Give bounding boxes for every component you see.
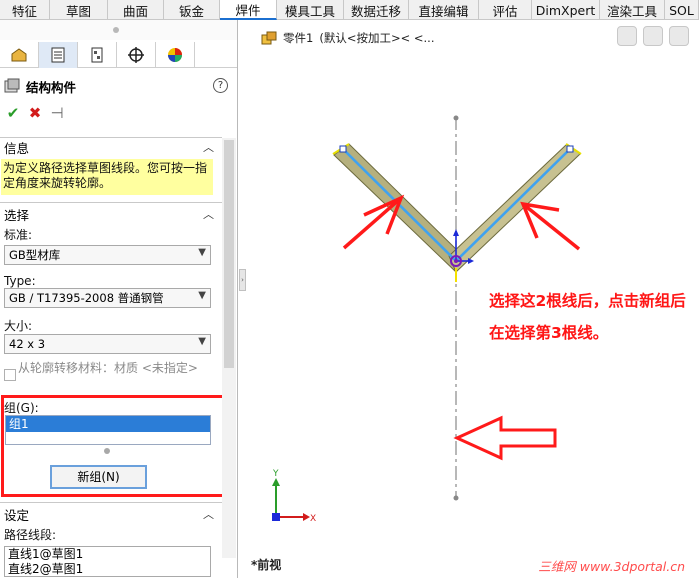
origin-arrow bbox=[468, 258, 474, 264]
tab-render-tools[interactable]: 渲染工具 bbox=[600, 0, 665, 20]
pipe-right bbox=[448, 143, 581, 273]
triad-y-arrow bbox=[272, 478, 280, 486]
standard-value: GB型材库 bbox=[9, 248, 61, 262]
tab-mold-tools[interactable]: 模具工具 bbox=[277, 0, 344, 20]
panel-grip[interactable] bbox=[0, 20, 237, 40]
tab-dimxpert[interactable]: DimXpert bbox=[532, 0, 600, 20]
feature-manager-icon[interactable] bbox=[0, 42, 39, 68]
structural-member-icon bbox=[4, 78, 20, 93]
red-arrow-centerline bbox=[453, 415, 557, 461]
size-label: 大小: bbox=[4, 319, 33, 333]
type-label: Type: bbox=[4, 274, 36, 288]
dimxpert-manager-icon[interactable] bbox=[117, 42, 156, 68]
tab-sheetmetal[interactable]: 钣金 bbox=[164, 0, 220, 20]
collapse-chevron-icon[interactable]: ︿ bbox=[203, 206, 214, 222]
size-select[interactable]: 42 x 3 ▼ bbox=[4, 334, 211, 354]
property-manager-icon[interactable] bbox=[39, 42, 78, 68]
pm-title-bar: 结构构件 ? bbox=[4, 75, 236, 97]
cancel-icon[interactable]: ✖ bbox=[24, 104, 46, 122]
triad-x-label: X bbox=[310, 514, 316, 524]
divider bbox=[0, 502, 222, 503]
list-item[interactable]: 直线1@草图1 bbox=[8, 547, 210, 562]
transfer-material-row[interactable]: 从轮廓转移材料：材质 <未指定> bbox=[4, 361, 214, 391]
annotation-text: 选择这2根线后，点击新组后在选择第3根线。 bbox=[489, 292, 686, 342]
tab-sketch[interactable]: 草图 bbox=[50, 0, 108, 20]
info-section-header[interactable]: 信息 ︿ bbox=[0, 137, 222, 157]
scrollbar-thumb[interactable] bbox=[224, 140, 234, 368]
info-text: 为定义路径选择草图线段。您可按一指定角度来旋转轮廓。 bbox=[1, 159, 213, 195]
chevron-down-icon: ▼ bbox=[198, 247, 206, 258]
triad-x-arrow bbox=[303, 513, 310, 521]
path-label: 路径线段: bbox=[4, 528, 57, 542]
view-name: *前视 bbox=[251, 558, 282, 572]
collapse-chevron-icon[interactable]: ︿ bbox=[203, 506, 214, 522]
endpoint-handle bbox=[566, 145, 574, 153]
help-icon[interactable]: ? bbox=[213, 78, 228, 93]
ribbon-tabbar: 特征 草图 曲面 钣金 焊件 模具工具 数据迁移 直接编辑 评估 DimXper… bbox=[0, 0, 699, 20]
settings-section-header[interactable]: 设定 ︿ bbox=[0, 504, 222, 524]
transfer-material-checkbox[interactable] bbox=[4, 369, 16, 381]
path-segments-list[interactable]: 直线1@草图1 直线2@草图1 bbox=[4, 546, 211, 577]
transfer-material-label: 从轮廓转移材料：材质 <未指定> bbox=[18, 361, 198, 375]
selection-section-header[interactable]: 选择 ︿ bbox=[0, 204, 222, 224]
origin-arrow bbox=[453, 229, 459, 236]
divider bbox=[0, 202, 222, 203]
endpoint-handle bbox=[339, 145, 347, 153]
size-value: 42 x 3 bbox=[9, 337, 46, 351]
centerline-end bbox=[453, 115, 459, 121]
triad-y-label: Y bbox=[272, 469, 279, 479]
pm-actions: ✔ ✖ ⊣ bbox=[2, 102, 82, 124]
tab-surface[interactable]: 曲面 bbox=[108, 0, 164, 20]
watermark: 三维网 www.3dportal.cn bbox=[479, 556, 689, 574]
pin-icon[interactable]: ⊣ bbox=[46, 104, 68, 122]
display-manager-icon[interactable] bbox=[156, 42, 195, 68]
chevron-down-icon: ▼ bbox=[198, 336, 206, 347]
chevron-down-icon: ▼ bbox=[198, 290, 206, 301]
list-item[interactable]: 直线2@草图1 bbox=[8, 562, 210, 576]
type-value: GB / T17395-2008 普通钢管 bbox=[9, 291, 164, 305]
type-select[interactable]: GB / T17395-2008 普通钢管 ▼ bbox=[4, 288, 211, 308]
path-line-2 bbox=[455, 148, 571, 262]
triad-z-axis bbox=[272, 513, 280, 521]
scrollbar[interactable] bbox=[222, 138, 236, 558]
info-header: 信息 bbox=[4, 140, 30, 156]
selection-header: 选择 bbox=[4, 207, 30, 223]
tab-sol[interactable]: SOL bbox=[665, 0, 699, 20]
tab-direct-edit[interactable]: 直接编辑 bbox=[409, 0, 479, 20]
standard-select[interactable]: GB型材库 ▼ bbox=[4, 245, 211, 265]
configuration-manager-icon[interactable] bbox=[78, 42, 117, 68]
graphics-area[interactable]: › 零件1 (默认<按加工>< <... Y X 选择这2根线后，点击新组后在选… bbox=[239, 20, 699, 578]
tab-data-migration[interactable]: 数据迁移 bbox=[344, 0, 409, 20]
standard-label: 标准: bbox=[4, 228, 33, 242]
collapse-chevron-icon[interactable]: ︿ bbox=[203, 139, 214, 155]
tab-features[interactable]: 特征 bbox=[0, 0, 50, 20]
manager-tabs bbox=[0, 42, 237, 68]
origin-point-center bbox=[454, 259, 458, 263]
pm-title: 结构构件 bbox=[26, 79, 77, 95]
tab-weldments[interactable]: 焊件 bbox=[220, 0, 277, 20]
property-manager: 结构构件 ? ✔ ✖ ⊣ 信息 ︿ 为定义路径选择草图线段。您可按一指定角度来旋… bbox=[0, 20, 238, 578]
centerline-end bbox=[453, 495, 459, 501]
ok-icon[interactable]: ✔ bbox=[2, 104, 24, 122]
tab-evaluate[interactable]: 评估 bbox=[479, 0, 532, 20]
highlight-box bbox=[1, 395, 235, 497]
settings-header: 设定 bbox=[4, 507, 30, 523]
